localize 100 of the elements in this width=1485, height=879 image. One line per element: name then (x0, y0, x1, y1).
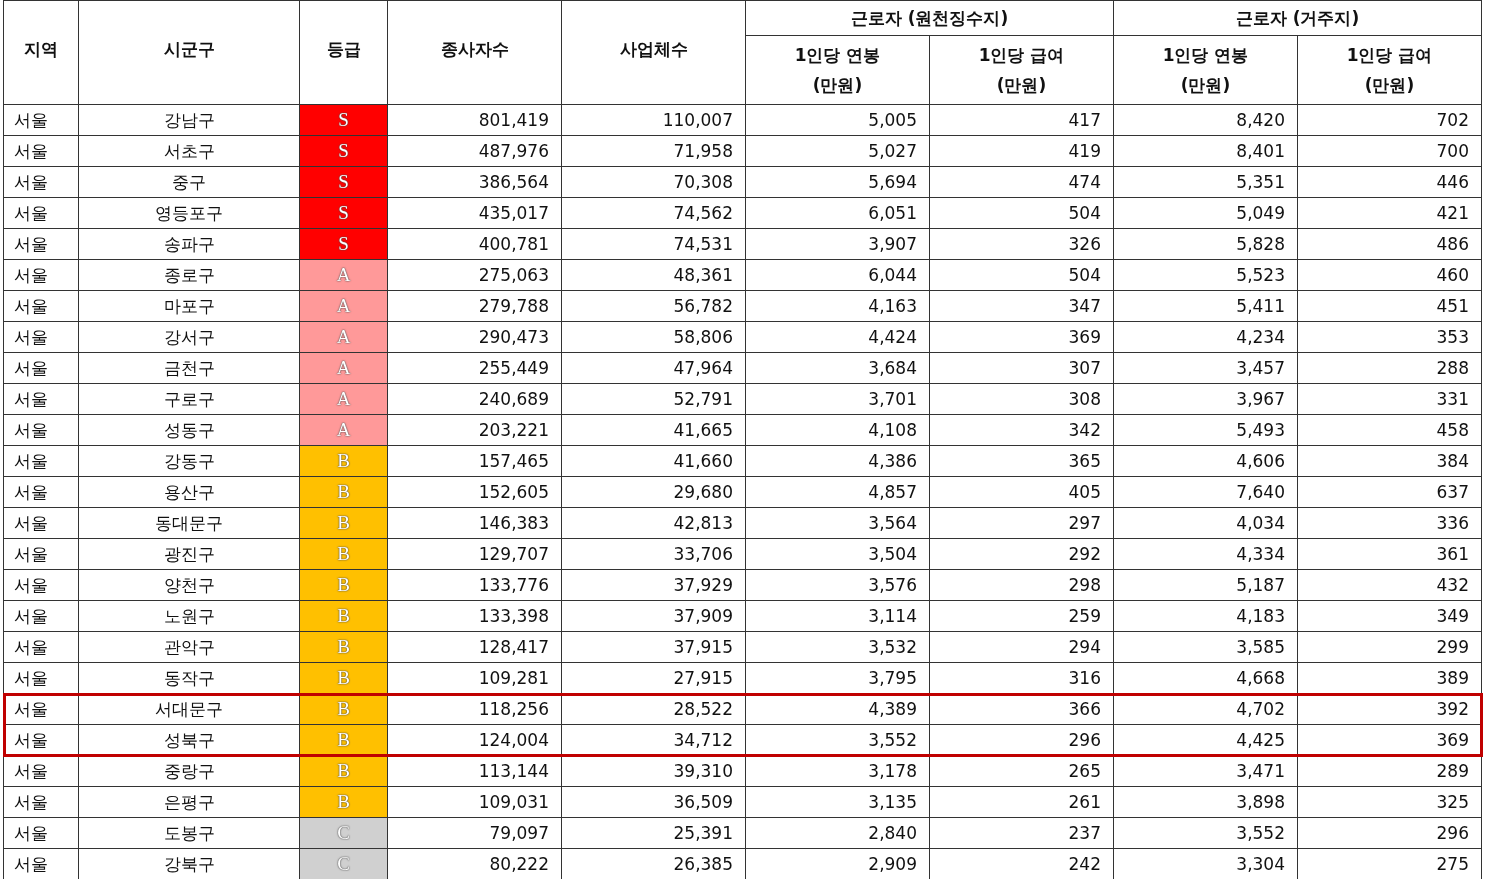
column-header: 등급 (299, 0, 388, 105)
group-header: 근로자 (거주지) (1113, 0, 1482, 36)
table-cell: 486 (1297, 228, 1482, 260)
table-cell: 서울 (3, 228, 79, 260)
table-cell: 113,144 (387, 755, 562, 787)
table-cell: 487,976 (387, 135, 562, 167)
table-cell: 292 (929, 538, 1114, 570)
table-cell: 279,788 (387, 290, 562, 322)
table-cell: 133,398 (387, 600, 562, 632)
grade-cell: A (299, 290, 388, 322)
table-cell: 129,707 (387, 538, 562, 570)
table-cell: 203,221 (387, 414, 562, 446)
table-cell: 서울 (3, 631, 79, 663)
table-cell: 3,701 (745, 383, 930, 415)
table-cell: 마포구 (78, 290, 300, 322)
table-cell: 5,411 (1113, 290, 1298, 322)
table-cell: 5,049 (1113, 197, 1298, 229)
table-cell: 307 (929, 352, 1114, 384)
table-cell: 41,660 (561, 445, 746, 477)
table-cell: 74,562 (561, 197, 746, 229)
table-cell: 구로구 (78, 383, 300, 415)
table-cell: 4,183 (1113, 600, 1298, 632)
table-cell: 서울 (3, 197, 79, 229)
table-cell: 157,465 (387, 445, 562, 477)
table-cell: 349 (1297, 600, 1482, 632)
table-cell: 71,958 (561, 135, 746, 167)
grade-cell: B (299, 569, 388, 601)
table-cell: 74,531 (561, 228, 746, 260)
table-cell: 4,857 (745, 476, 930, 508)
table-cell: 강동구 (78, 445, 300, 477)
table-cell: 8,420 (1113, 104, 1298, 136)
table-cell: 4,702 (1113, 693, 1298, 725)
table-cell: 관악구 (78, 631, 300, 663)
table-cell: 255,449 (387, 352, 562, 384)
table-cell: 29,680 (561, 476, 746, 508)
grade-cell: A (299, 352, 388, 384)
table-cell: 474 (929, 166, 1114, 198)
table-cell: 3,898 (1113, 786, 1298, 818)
grade-cell: S (299, 166, 388, 198)
table-cell: 366 (929, 693, 1114, 725)
table-cell: 서울 (3, 569, 79, 601)
table-cell: 152,605 (387, 476, 562, 508)
table-cell: 서울 (3, 507, 79, 539)
grade-cell: S (299, 197, 388, 229)
table-cell: 504 (929, 259, 1114, 291)
table-cell: 325 (1297, 786, 1482, 818)
table-cell: 3,585 (1113, 631, 1298, 663)
table-cell: 4,606 (1113, 445, 1298, 477)
table-cell: 308 (929, 383, 1114, 415)
table-cell: 336 (1297, 507, 1482, 539)
table-cell: 4,234 (1113, 321, 1298, 353)
grade-cell: B (299, 786, 388, 818)
table-cell: 37,929 (561, 569, 746, 601)
table-cell: 435,017 (387, 197, 562, 229)
table-cell: 294 (929, 631, 1114, 663)
table-cell: 702 (1297, 104, 1482, 136)
table-cell: 3,907 (745, 228, 930, 260)
grade-cell: B (299, 631, 388, 663)
table-cell: 서울 (3, 135, 79, 167)
table-cell: 서울 (3, 662, 79, 694)
table-cell: 3,532 (745, 631, 930, 663)
table-cell: 5,828 (1113, 228, 1298, 260)
table-cell: 451 (1297, 290, 1482, 322)
table-cell: 25,391 (561, 817, 746, 849)
table-cell: 33,706 (561, 538, 746, 570)
table-cell: 영등포구 (78, 197, 300, 229)
table-cell: 4,386 (745, 445, 930, 477)
table-cell: 3,114 (745, 600, 930, 632)
table-cell: 중랑구 (78, 755, 300, 787)
table-cell: 240,689 (387, 383, 562, 415)
table-cell: 146,383 (387, 507, 562, 539)
grade-cell: B (299, 476, 388, 508)
table-cell: 58,806 (561, 321, 746, 353)
column-header: 1인당 급여 (만원) (1297, 35, 1482, 105)
table-cell: 261 (929, 786, 1114, 818)
table-cell: 4,389 (745, 693, 930, 725)
grade-cell: B (299, 600, 388, 632)
table-cell: 353 (1297, 321, 1482, 353)
table-cell: 417 (929, 104, 1114, 136)
table-cell: 361 (1297, 538, 1482, 570)
table-cell: 5,027 (745, 135, 930, 167)
table-cell: 37,915 (561, 631, 746, 663)
table-cell: 강남구 (78, 104, 300, 136)
grade-cell: B (299, 662, 388, 694)
table-cell: 421 (1297, 197, 1482, 229)
table-cell: 460 (1297, 259, 1482, 291)
table-cell: 서울 (3, 600, 79, 632)
column-header: 사업체수 (561, 0, 746, 105)
table-cell: 70,308 (561, 166, 746, 198)
table-cell: 400,781 (387, 228, 562, 260)
table-cell: 47,964 (561, 352, 746, 384)
table-cell: 28,522 (561, 693, 746, 725)
table-cell: 서울 (3, 259, 79, 291)
table-cell: 6,051 (745, 197, 930, 229)
grade-cell: A (299, 259, 388, 291)
table-cell: 3,564 (745, 507, 930, 539)
table-cell: 서울 (3, 321, 79, 353)
table-cell: 342 (929, 414, 1114, 446)
table-cell: 서울 (3, 445, 79, 477)
column-header: 종사자수 (387, 0, 562, 105)
